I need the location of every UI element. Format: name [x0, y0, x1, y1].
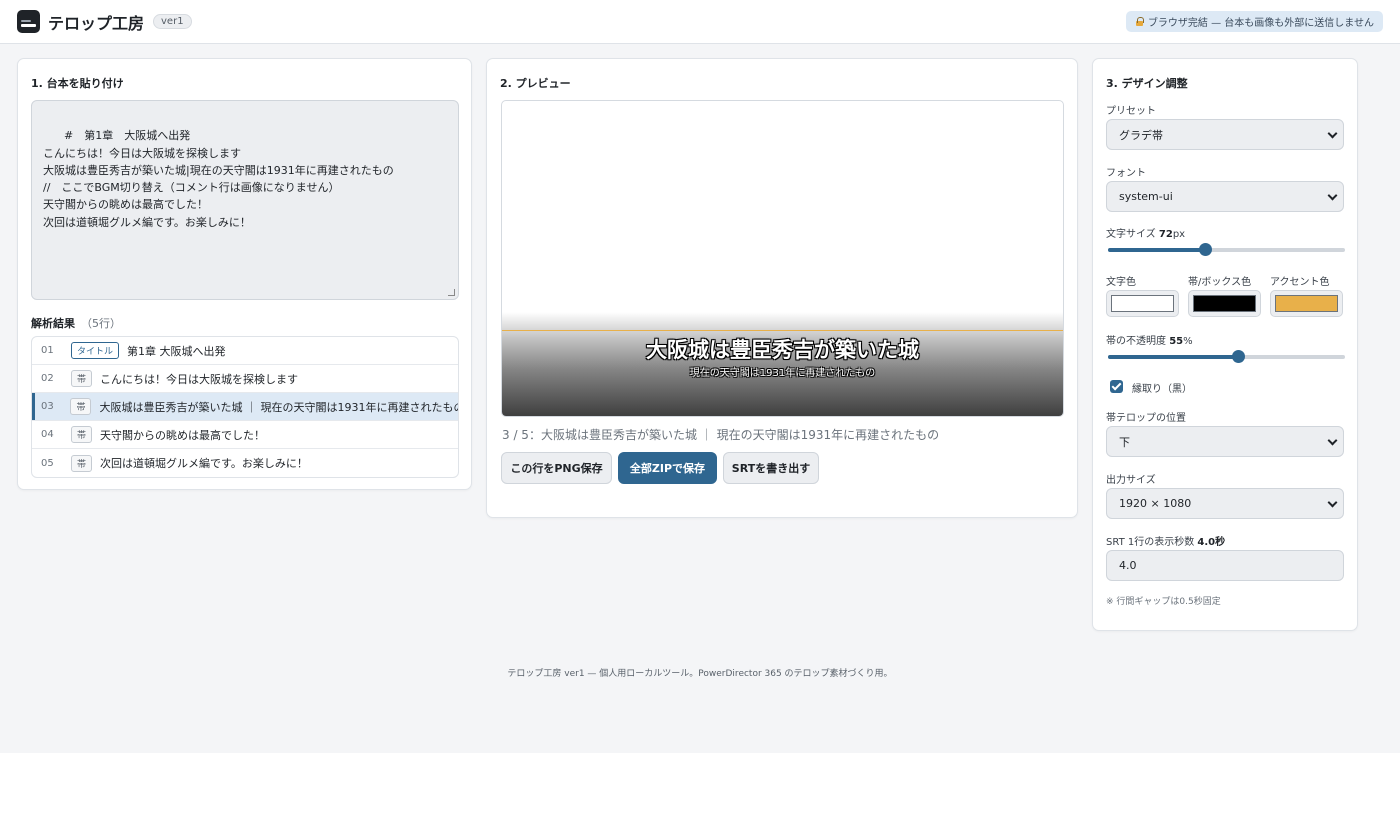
band-opacity-unit: % [1183, 336, 1193, 347]
row-type-badge: タイトル [71, 342, 120, 359]
row-text: こんにちは！今日は大阪城を探検します [100, 372, 299, 386]
row-type-badge: 帯 [70, 398, 92, 415]
accent-color-label: アクセント色 [1270, 277, 1330, 288]
row-type-badge: 帯 [71, 426, 93, 443]
output-size-value: 1920 × 1080 [1119, 497, 1192, 510]
outline-checkbox[interactable] [1110, 380, 1123, 393]
font-size-unit: px [1172, 229, 1186, 240]
row-number: 05 [41, 457, 54, 469]
list-item[interactable]: 02 帯 こんにちは！今日は大阪城を探検します [32, 365, 458, 393]
font-size-slider-handle[interactable] [1199, 243, 1213, 256]
list-item[interactable]: 01 タイトル 第1章 大阪城へ出発 [32, 337, 458, 365]
preset-select-value: グラデ帯 [1119, 128, 1163, 142]
accent-color-swatch [1275, 295, 1338, 312]
srt-duration-value: 4.0秒 [1197, 537, 1226, 548]
caption-sub-text: 現在の天守閣は1931年に再建されたもの [689, 368, 876, 379]
band-position-label: 帯テロップの位置 [1106, 413, 1186, 424]
row-text: 次回は道頓堀グルメ編です。お楽しみに！ [100, 457, 308, 470]
version-badge: ver1 [153, 14, 192, 29]
band-opacity-slider-handle[interactable] [1232, 350, 1246, 363]
preview-status: 3 / 5：大阪城は豊臣秀吉が築いた城 ｜ 現在の天守閣は1931年に再建された… [502, 428, 940, 442]
srt-duration-input-value: 4.0 [1119, 559, 1137, 572]
gap-note: ※ 行間ギャップは0.5秒固定 [1106, 597, 1221, 607]
list-item[interactable]: 04 帯 天守閣からの眺めは最高でした！ [32, 421, 458, 449]
band-color-picker[interactable] [1188, 290, 1261, 317]
font-size-slider[interactable] [1108, 243, 1345, 256]
row-text: 大阪城は豊臣秀吉が築いた城 ｜ 現在の天守閣は1931年に再建されたもの [99, 400, 458, 414]
app-title: テロップ工房 [48, 13, 145, 33]
export-srt-button[interactable]: SRTを書き出す [723, 452, 819, 484]
chevron-down-icon [1327, 128, 1338, 139]
band-opacity-label: 帯の不透明度 55% [1106, 332, 1193, 347]
chevron-down-icon [1327, 190, 1338, 201]
caption-main-text: 大阪城は豊臣秀吉が築いた城 [646, 338, 919, 362]
row-number: 01 [41, 345, 54, 356]
band-opacity-label-text: 帯の不透明度 [1106, 336, 1166, 347]
preview-panel-title: 2. プレビュー [500, 77, 571, 90]
row-text: 天守閣からの眺めは最高でした！ [100, 428, 266, 442]
font-size-label-text: 文字サイズ [1106, 229, 1156, 240]
script-textarea[interactable]: # 第1章 大阪城へ出発 こんにちは！今日は大阪城を探検します 大阪城は豊臣秀吉… [31, 100, 459, 300]
list-item-selected[interactable]: 03 帯 大阪城は豊臣秀吉が築いた城 ｜ 現在の天守閣は1931年に再建されたも… [32, 393, 458, 421]
srt-duration-input[interactable]: 4.0 [1106, 550, 1344, 581]
row-type-badge: 帯 [71, 370, 93, 387]
font-size-label: 文字サイズ 72px [1106, 225, 1185, 240]
design-panel: 3. デザイン調整 プリセット グラデ帯 フォント system-ui 文字サイ… [1092, 58, 1358, 631]
band-opacity-slider-fill [1108, 355, 1239, 359]
parse-result-label: 解析結果 （5行） [31, 315, 121, 331]
outline-label: 縁取り（黒） [1132, 384, 1192, 395]
save-png-button[interactable]: この行をPNG保存 [501, 452, 612, 484]
privacy-notice: ブラウザ完結 — 台本も画像も外部に送信しません [1125, 11, 1383, 32]
row-text: 第1章 大阪城へ出発 [127, 344, 226, 358]
font-size-slider-fill [1108, 248, 1206, 252]
row-number: 02 [41, 373, 54, 384]
parse-result-title: 解析結果 [31, 317, 75, 330]
privacy-text: ブラウザ完結 — 台本も画像も外部に送信しません [1147, 18, 1374, 29]
output-size-select[interactable]: 1920 × 1080 [1106, 488, 1344, 519]
font-select-value: system-ui [1119, 190, 1173, 203]
chevron-down-icon [1327, 497, 1338, 508]
output-size-label: 出力サイズ [1106, 475, 1156, 486]
caption-accent-line [502, 330, 1063, 331]
save-zip-button[interactable]: 全部ZIPで保存 [618, 452, 717, 484]
script-text: # 第1章 大阪城へ出発 こんにちは！今日は大阪城を探検します 大阪城は豊臣秀吉… [43, 129, 394, 229]
lock-icon [1135, 17, 1144, 26]
parse-result-count: （5行） [81, 317, 121, 330]
font-size-value: 72 [1158, 229, 1173, 240]
list-item[interactable]: 05 帯 次回は道頓堀グルメ編です。お楽しみに！ [32, 449, 458, 477]
parsed-line-list: 01 タイトル 第1章 大阪城へ出発 02 帯 こんにちは！今日は大阪城を探検し… [31, 336, 459, 478]
preset-label: プリセット [1106, 106, 1156, 117]
resize-handle-icon[interactable] [448, 289, 455, 296]
row-number: 03 [41, 401, 54, 412]
footer-text: テロップ工房 ver1 — 個人用ローカルツール。PowerDirector 3… [507, 669, 893, 679]
preview-canvas: 大阪城は豊臣秀吉が築いた城 現在の天守閣は1931年に再建されたもの [501, 100, 1064, 417]
text-color-label: 文字色 [1106, 277, 1136, 288]
preset-select[interactable]: グラデ帯 [1106, 119, 1344, 150]
band-opacity-slider[interactable] [1108, 350, 1345, 363]
srt-duration-label: SRT 1行の表示秒数 4.0秒 [1106, 533, 1225, 548]
band-position-value: 下 [1119, 435, 1130, 449]
font-select[interactable]: system-ui [1106, 181, 1344, 212]
row-type-badge: 帯 [71, 454, 93, 472]
band-opacity-value: 55 [1169, 336, 1184, 347]
text-color-swatch [1111, 295, 1174, 312]
font-label: フォント [1106, 168, 1146, 179]
chevron-down-icon [1327, 435, 1338, 446]
band-color-swatch [1193, 295, 1256, 312]
row-number: 04 [41, 429, 54, 440]
band-color-label: 帯/ボックス色 [1188, 277, 1252, 288]
preview-panel: 2. プレビュー 大阪城は豊臣秀吉が築いた城 現在の天守閣は1931年に再建され… [486, 58, 1078, 518]
script-panel: 1. 台本を貼り付け # 第1章 大阪城へ出発 こんにちは！今日は大阪城を探検し… [17, 58, 472, 490]
design-panel-title: 3. デザイン調整 [1106, 77, 1188, 90]
band-position-select[interactable]: 下 [1106, 426, 1344, 457]
text-color-picker[interactable] [1106, 290, 1179, 317]
app-logo-icon [17, 10, 40, 33]
accent-color-picker[interactable] [1270, 290, 1343, 317]
script-panel-title: 1. 台本を貼り付け [31, 77, 124, 90]
srt-duration-label-text: SRT 1行の表示秒数 [1106, 537, 1195, 548]
app-root: テロップ工房 ver1 ブラウザ完結 — 台本も画像も外部に送信しません 1. … [0, 0, 1400, 753]
app-header: テロップ工房 ver1 ブラウザ完結 — 台本も画像も外部に送信しません [0, 0, 1400, 44]
